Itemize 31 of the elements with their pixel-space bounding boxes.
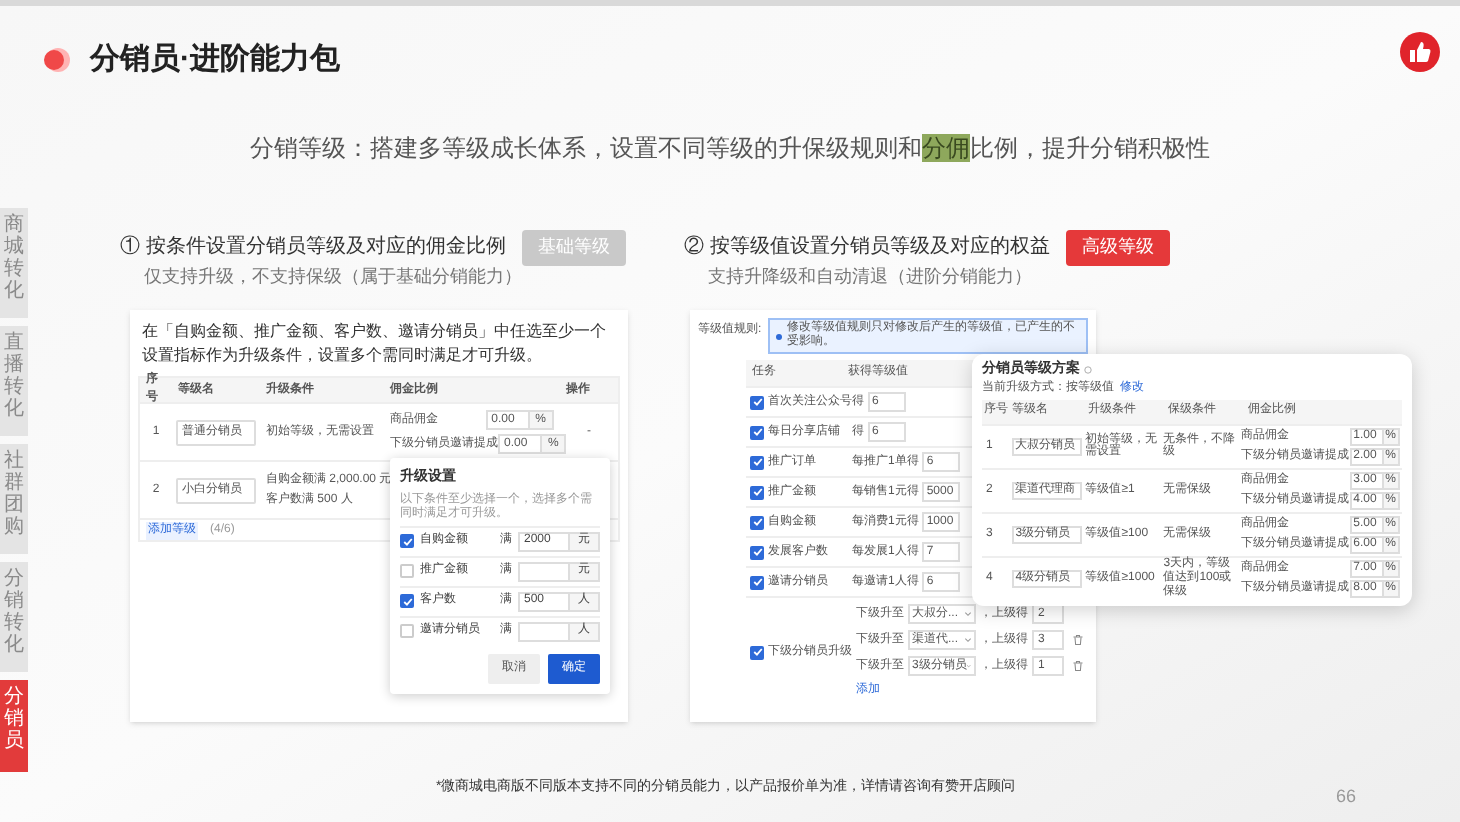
caret-icon: [966, 662, 972, 671]
check-icon: [751, 546, 763, 559]
thumbs-up-icon: [1400, 32, 1440, 72]
page-number: 66: [1336, 784, 1357, 810]
trash-icon: [1072, 660, 1084, 673]
subtitle: 分销等级：搭建多等级成长体系，设置不同等级的升保级规则和分佣比例，提升分销积极性: [250, 134, 1210, 162]
check-icon: [401, 595, 413, 608]
check-icon: [751, 486, 763, 499]
check-icon: [751, 576, 763, 589]
check-icon: [401, 535, 413, 548]
trash-icon: [1072, 634, 1084, 647]
page-title: 分销员·进阶能力包: [90, 40, 340, 80]
section-note: 支持升降级和自动清退（进阶分销能力）: [708, 264, 1032, 290]
section-note: 仅支持升级，不支持保级（属于基础分销能力）: [144, 264, 522, 290]
level-badge: 高级等级: [1065, 230, 1170, 265]
dot-icon: [44, 46, 74, 75]
check-icon: [751, 396, 763, 409]
instruction-text: 在「自购金额、推广金额、客户数、邀请分销员」中任选至少一个设置指标作为升级条件，设置多个需同时满足才可升级。: [140, 320, 608, 367]
section-heading: ① 按条件设置分销员等级及对应的佣金比例: [120, 233, 506, 263]
caret-icon: [964, 610, 972, 619]
check-icon: [751, 646, 763, 659]
info-icon: [1084, 366, 1092, 375]
section-heading: ② 按等级值设置分销员等级及对应的权益: [684, 233, 1050, 263]
dot-icon: [775, 333, 782, 340]
check-icon: [751, 426, 763, 439]
caret-icon: [964, 636, 972, 645]
checkbox[interactable]: [400, 624, 414, 639]
check-icon: [751, 456, 763, 469]
side-nav-item[interactable]: 分销员: [0, 680, 28, 772]
check-icon: [751, 516, 763, 529]
checkbox[interactable]: [400, 564, 414, 579]
